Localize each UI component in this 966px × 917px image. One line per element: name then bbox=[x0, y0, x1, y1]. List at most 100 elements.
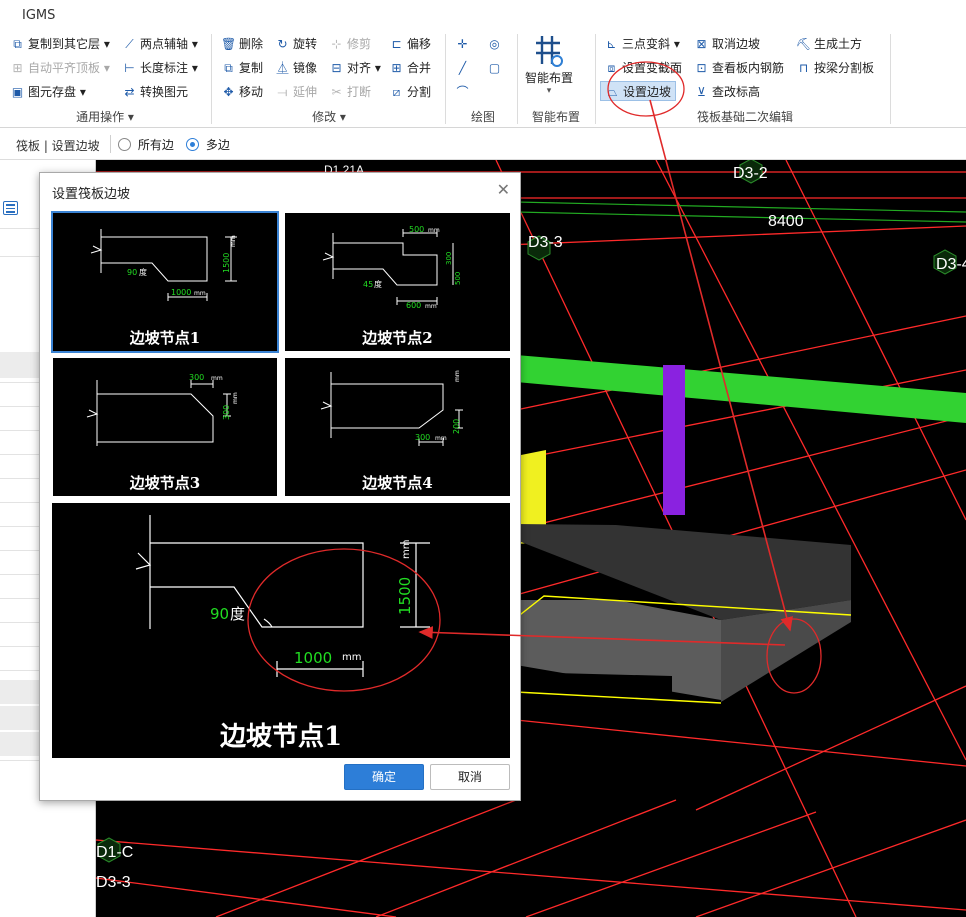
trim-button[interactable]: ⊹ 修剪 bbox=[329, 34, 371, 54]
dialog-title: 设置筏板边坡 bbox=[52, 187, 131, 202]
preview-caption: 边坡节点1 bbox=[219, 722, 343, 752]
break-button[interactable]: ✂ 打断 bbox=[329, 82, 371, 102]
slope-node-option-3[interactable]: 300 mm 300 mm 边坡节点3 bbox=[53, 358, 277, 496]
smart-layout-icon bbox=[536, 36, 563, 67]
width-value: 1000 bbox=[294, 649, 332, 667]
group-label-smart: 智能布置 bbox=[531, 110, 580, 124]
width-value: 300 bbox=[415, 433, 430, 442]
slope-node-option-1[interactable]: 90 度 1000 mm 1500 mm 边坡节点1 bbox=[51, 211, 279, 353]
option-caption: 边坡节点4 bbox=[362, 474, 433, 492]
angle-unit: 度 bbox=[374, 279, 382, 289]
trash-icon: 🗑 bbox=[221, 37, 237, 51]
top-width-value: 500 bbox=[409, 225, 424, 234]
height-value: 1500 bbox=[222, 253, 231, 273]
rotate-button[interactable]: ↻ 旋转 bbox=[275, 34, 317, 54]
elevation-icon: ⊻ bbox=[697, 85, 706, 99]
arc-icon: ⌒ bbox=[456, 85, 469, 99]
draw-line-button[interactable]: ╱ bbox=[455, 58, 473, 78]
split-button[interactable]: ⧄ 分割 bbox=[389, 82, 431, 102]
height-value: 300 bbox=[222, 405, 231, 420]
height-lower-value: 500 bbox=[454, 272, 462, 285]
group-label-general: 通用操作 ▾ bbox=[76, 110, 134, 124]
beam-split-icon: ⊓ bbox=[798, 61, 809, 75]
angle-value: 90 bbox=[210, 605, 229, 623]
length-dimension-button[interactable]: ⊢ 长度标注 ▾ bbox=[122, 58, 198, 78]
move-button[interactable]: ✥ 移动 bbox=[221, 82, 263, 102]
slope-node-option-2[interactable]: 500 mm 300 500 45 度 600 mm 边坡节点2 bbox=[285, 213, 510, 351]
height-unit: mm bbox=[454, 370, 461, 382]
close-icon[interactable]: ✕ bbox=[497, 180, 510, 199]
ribbon-toolbar: ⧉ 复制到其它层 ▾ ⊞ 自动平齐顶板 ▾ ▣ 图元存盘 ▾ ⟋ 两点辅轴 ▾ ⊢ 长度标… bbox=[0, 30, 966, 128]
split-icon: ⧄ bbox=[392, 85, 401, 99]
merge-icon: ⊞ bbox=[391, 61, 402, 75]
offset-button[interactable]: ⊏ 偏移 bbox=[389, 34, 431, 54]
auto-align-slab-button[interactable]: ⊞ 自动平齐顶板 ▾ bbox=[10, 58, 109, 78]
top-width-unit: mm bbox=[428, 227, 440, 234]
draw-rectangle-button[interactable]: ▢ bbox=[487, 58, 505, 78]
axis-label: D3-2 bbox=[733, 165, 768, 182]
extend-button[interactable]: ⟞ 延伸 bbox=[275, 82, 318, 102]
offset-icon: ⊏ bbox=[391, 37, 402, 51]
width-value: 300 bbox=[189, 373, 204, 382]
width-unit: mm bbox=[194, 290, 206, 297]
radio-all-edges[interactable]: 所有边 bbox=[118, 136, 174, 152]
app-window: IGMS ⧉ 复制到其它层 ▾ ⊞ 自动平齐顶板 ▾ ▣ 图元存盘 ▾ ⟋ 两点辅轴 ▾… bbox=[0, 0, 966, 917]
axis-label: D1-C bbox=[96, 844, 133, 861]
earthwork-icon: ⛏ bbox=[796, 37, 812, 51]
extend-icon: ⟞ bbox=[277, 85, 288, 99]
cancel-edge-slope-button[interactable]: ⊠ 取消边坡 bbox=[694, 34, 760, 54]
width-value: 1000 bbox=[171, 288, 191, 297]
split-by-beam-button[interactable]: ⊓ 按梁分割板 bbox=[796, 58, 874, 78]
save-icon: ▣ bbox=[11, 85, 24, 99]
generate-earthwork-button[interactable]: ⛏ 生成土方 bbox=[796, 34, 862, 54]
breadcrumb: 筏板 | 设置边坡 bbox=[16, 139, 100, 153]
bottom-width-unit: mm bbox=[425, 303, 437, 310]
convert-element-button[interactable]: ⇄ 转换图元 bbox=[122, 82, 188, 102]
separator bbox=[595, 34, 596, 124]
dimension-label: 8400 bbox=[768, 213, 804, 230]
slope-node-option-4[interactable]: 300 mm 200 mm 边坡节点4 bbox=[285, 358, 510, 496]
angle-unit: 度 bbox=[230, 605, 245, 623]
move-icon: ✥ bbox=[223, 85, 234, 99]
set-variable-section-button[interactable]: ⧈ 设置变截面 bbox=[604, 58, 682, 78]
copy-to-layer-button[interactable]: ⧉ 复制到其它层 ▾ bbox=[10, 34, 110, 54]
mirror-icon: ⏅ bbox=[276, 61, 289, 75]
check-elevation-button[interactable]: ⊻ 查改标高 bbox=[694, 82, 760, 102]
group-label-raft: 筏板基础二次编辑 bbox=[696, 110, 793, 124]
dimension-icon: ⊢ bbox=[124, 61, 135, 75]
radio-checked-icon bbox=[186, 138, 199, 151]
view-rebar-button[interactable]: ⊡ 查看板内钢筋 bbox=[694, 58, 784, 78]
column-purple[interactable] bbox=[663, 365, 685, 515]
set-edge-slope-button[interactable]: ⏢ 设置边坡 bbox=[600, 81, 677, 101]
align-button[interactable]: ⊟ 对齐 ▾ bbox=[329, 58, 380, 78]
radio-multi-edges[interactable]: 多边 bbox=[186, 136, 230, 152]
circle-icon: ◎ bbox=[489, 37, 500, 51]
save-element-button[interactable]: ▣ 图元存盘 ▾ bbox=[10, 82, 86, 102]
ok-button[interactable]: 确定 bbox=[344, 764, 424, 790]
three-point-slope-button[interactable]: ⊾ 三点变斜 ▾ bbox=[604, 34, 679, 54]
section-icon: ⧈ bbox=[607, 61, 616, 75]
merge-button[interactable]: ⊞ 合并 bbox=[389, 58, 431, 78]
delete-button[interactable]: 🗑 删除 bbox=[221, 34, 263, 54]
group-label-draw: 绘图 bbox=[470, 110, 495, 124]
angle-unit: 度 bbox=[139, 267, 147, 277]
separator bbox=[445, 34, 446, 124]
draw-circle-button[interactable]: ◎ bbox=[487, 34, 505, 54]
option-caption: 边坡节点2 bbox=[362, 329, 433, 347]
copy-button[interactable]: ⧉ 复制 bbox=[221, 58, 263, 78]
cancel-button[interactable]: 取消 bbox=[430, 764, 510, 790]
set-raft-edge-slope-dialog: 设置筏板边坡 ✕ 90 度 1000 mm 1500 mm 边坡节点1 500 … bbox=[39, 172, 521, 801]
two-point-axis-button[interactable]: ⟋ 两点辅轴 ▾ bbox=[122, 34, 198, 54]
convert-icon: ⇄ bbox=[124, 85, 135, 99]
axis-label: D3-3 bbox=[96, 874, 131, 891]
point-icon: ✛ bbox=[457, 37, 468, 51]
app-title: IGMS bbox=[22, 8, 56, 23]
draw-point-button[interactable]: ✛ bbox=[455, 34, 473, 54]
beam-green[interactable] bbox=[516, 355, 966, 423]
align-top-icon: ⊞ bbox=[12, 61, 23, 75]
properties-icon[interactable] bbox=[3, 201, 18, 215]
option-caption: 边坡节点3 bbox=[129, 474, 201, 492]
draw-arc-button[interactable]: ⌒ bbox=[455, 82, 473, 102]
mirror-button[interactable]: ⏅ 镜像 bbox=[275, 58, 317, 78]
smart-layout-button[interactable]: 智能布置 ▾ bbox=[521, 32, 577, 104]
